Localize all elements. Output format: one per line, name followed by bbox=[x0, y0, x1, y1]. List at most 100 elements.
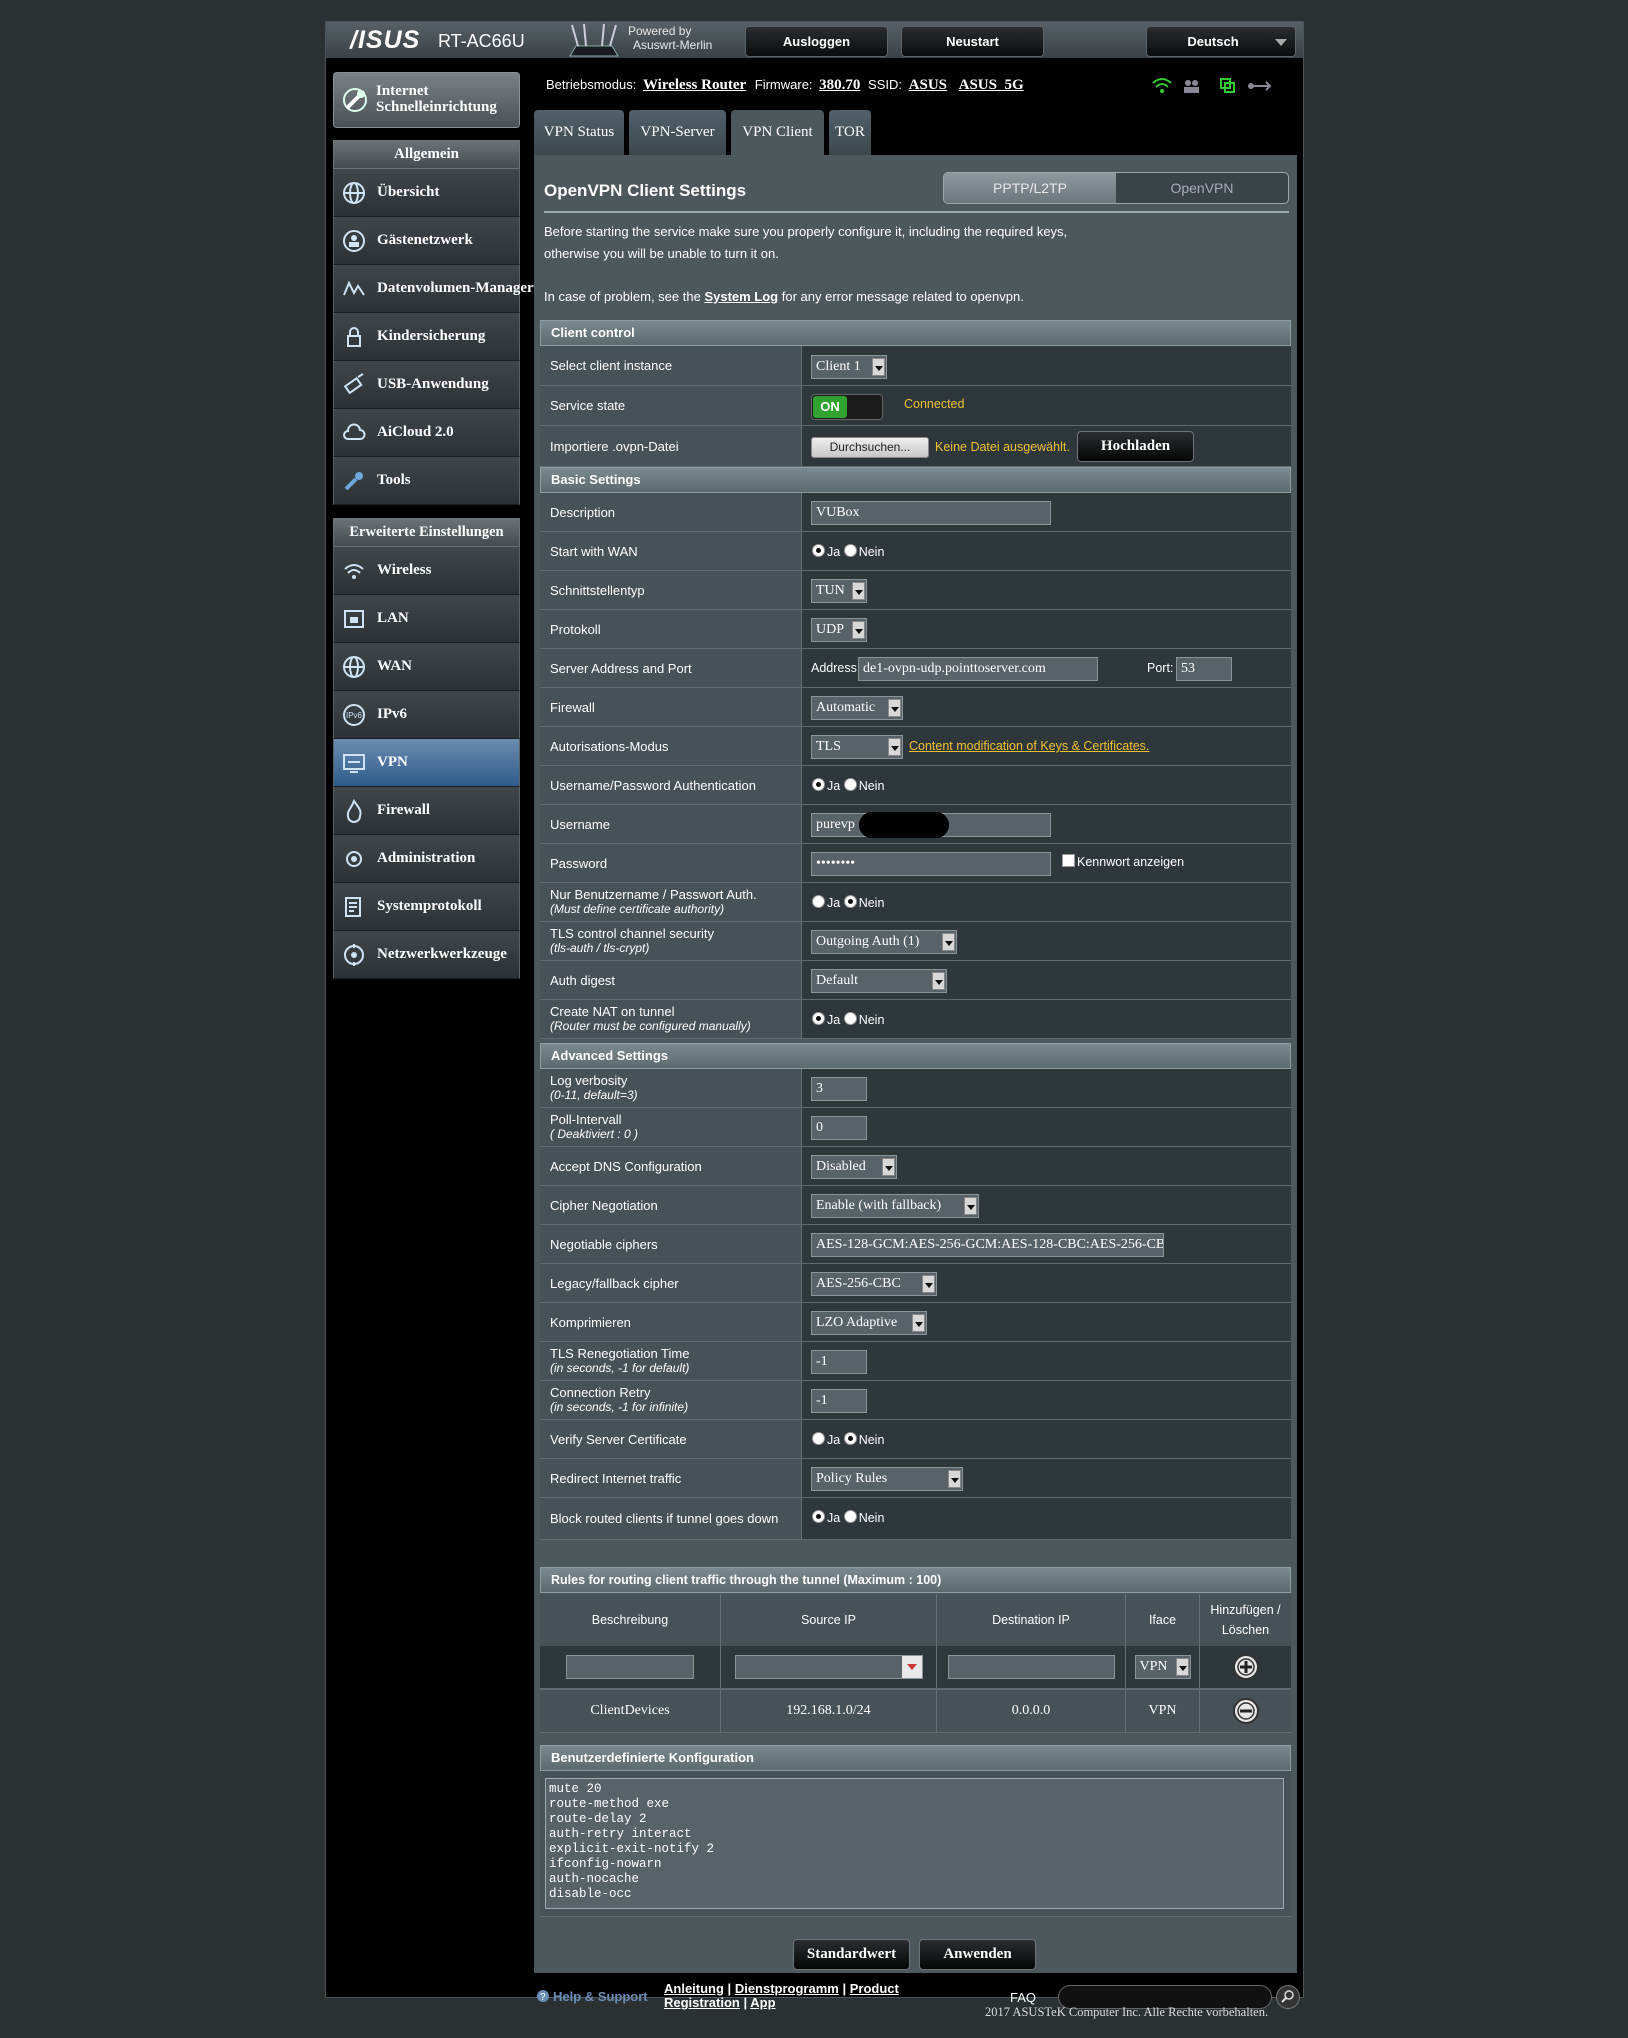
sidebar-item-lan[interactable]: LAN bbox=[333, 595, 520, 643]
redirect-traffic-select[interactable]: Policy Rules bbox=[811, 1467, 963, 1491]
show-password-checkbox[interactable]: Kennwort anzeigen bbox=[1062, 854, 1184, 869]
client-instance-select[interactable]: Client 1 bbox=[811, 355, 887, 379]
tls-control-select[interactable]: Outgoing Auth (1) bbox=[811, 930, 957, 954]
firewall-select[interactable]: Automatic bbox=[811, 696, 903, 720]
new-rule-destination-input[interactable] bbox=[947, 1655, 1115, 1679]
userpass-only-radio[interactable]: Ja Nein bbox=[812, 895, 884, 910]
server-address-input[interactable]: de1-ovpn-udp.pointtoserver.com bbox=[858, 657, 1098, 681]
connection-retry-input[interactable]: -1 bbox=[811, 1389, 867, 1413]
openvpn-switch-button[interactable]: OpenVPN bbox=[1116, 173, 1288, 203]
sidebar-item-aicloud-2-0[interactable]: AiCloud 2.0 bbox=[333, 409, 520, 457]
poll-interval-row: Poll-Intervall( Deaktiviert : 0 ) 0 bbox=[540, 1108, 1291, 1147]
password-input[interactable]: •••••••• bbox=[811, 852, 1051, 876]
sidebar-item-wan[interactable]: WAN bbox=[333, 643, 520, 691]
browse-file-button[interactable]: Durchsuchen... bbox=[811, 437, 929, 458]
radio-no[interactable] bbox=[843, 1510, 857, 1523]
auth-mode-select[interactable]: TLS bbox=[811, 735, 903, 759]
sidebar-item-datenvolumen-manager[interactable]: Datenvolumen-Manager bbox=[333, 265, 534, 313]
sidebar-item-ipv6[interactable]: IPv6 IPv6 bbox=[333, 691, 520, 739]
logout-button[interactable]: Ausloggen bbox=[745, 26, 888, 57]
router-ui: /ISUS RT-AC66U Powered by Asuswrt-Merlin… bbox=[325, 21, 1304, 2010]
custom-config-textarea[interactable]: mute 20 route-method exe route-delay 2 a… bbox=[545, 1778, 1284, 1909]
userpass-auth-radio[interactable]: Ja Nein bbox=[812, 778, 884, 793]
remove-rule-icon[interactable] bbox=[1232, 1697, 1260, 1725]
tab-tor[interactable]: TOR bbox=[829, 110, 871, 155]
routing-new-row: VPN bbox=[540, 1646, 1291, 1689]
utility-link[interactable]: Dienstprogramm bbox=[735, 1981, 839, 1996]
accept-dns-select[interactable]: Disabled bbox=[811, 1155, 897, 1179]
firmware-link[interactable]: 380.70 bbox=[819, 77, 860, 93]
tab-vpn-status[interactable]: VPN Status bbox=[534, 110, 624, 155]
op-mode-link[interactable]: Wireless Router bbox=[643, 77, 746, 93]
block-clients-radio[interactable]: Ja Nein bbox=[812, 1510, 884, 1525]
apply-button[interactable]: Anwenden bbox=[919, 1939, 1036, 1970]
radio-yes[interactable] bbox=[812, 1510, 825, 1523]
app-link[interactable]: App bbox=[750, 1995, 775, 2010]
sidebar-item-kindersicherung[interactable]: Kindersicherung bbox=[333, 313, 520, 361]
radio-yes[interactable] bbox=[812, 895, 825, 908]
add-rule-icon[interactable] bbox=[1232, 1653, 1260, 1681]
sidebar-item-systemprotokoll[interactable]: Systemprotokoll bbox=[333, 883, 520, 931]
negotiable-ciphers-input[interactable]: AES-128-GCM:AES-256-GCM:AES-128-CBC:AES-… bbox=[811, 1233, 1164, 1257]
radio-no[interactable] bbox=[843, 1012, 857, 1025]
quick-setup-button[interactable]: Internet Schnelleinrichtung bbox=[333, 72, 520, 128]
ssid-24-link[interactable]: ASUS bbox=[909, 77, 947, 93]
sidebar-item-usb-anwendung[interactable]: USB-Anwendung bbox=[333, 361, 520, 409]
server-port-input[interactable]: 53 bbox=[1176, 657, 1232, 681]
faq-search-button[interactable] bbox=[1276, 1985, 1300, 2009]
default-button[interactable]: Standardwert bbox=[793, 1939, 910, 1970]
tab-vpn-client[interactable]: VPN Client bbox=[731, 110, 824, 155]
new-rule-source-select[interactable] bbox=[734, 1655, 923, 1679]
language-select[interactable]: Deutsch bbox=[1146, 26, 1296, 57]
poll-interval-input[interactable]: 0 bbox=[811, 1116, 867, 1140]
chevron-down-icon bbox=[852, 621, 865, 639]
sidebar-item-netzwerkwerkzeuge[interactable]: Netzwerkwerkzeuge bbox=[333, 931, 520, 979]
radio-no[interactable] bbox=[843, 895, 857, 908]
chevron-down-icon bbox=[882, 1158, 895, 1176]
cipher-negotiation-select[interactable]: Enable (with fallback) bbox=[811, 1194, 979, 1218]
sidebar-item-tools[interactable]: Tools bbox=[333, 457, 520, 505]
create-nat-radio[interactable]: Ja Nein bbox=[812, 1012, 884, 1027]
registration-link[interactable]: Registration bbox=[664, 1995, 740, 2010]
tab-vpn-server[interactable]: VPN-Server bbox=[629, 110, 726, 155]
radio-no[interactable] bbox=[843, 778, 857, 791]
system-log-link[interactable]: System Log bbox=[704, 289, 778, 304]
sidebar-item--bersicht[interactable]: Übersicht bbox=[333, 169, 520, 217]
ssid-5-link[interactable]: ASUS_5G bbox=[959, 77, 1024, 93]
radio-yes[interactable] bbox=[812, 1432, 825, 1445]
field-note: ( Deaktiviert : 0 ) bbox=[550, 1127, 639, 1141]
new-rule-description-input[interactable] bbox=[566, 1655, 694, 1679]
iface-type-select[interactable]: TUN bbox=[811, 579, 867, 603]
traffic-icon bbox=[342, 277, 366, 301]
custom-config-heading: Benutzerdefinierte Konfiguration bbox=[540, 1745, 1291, 1771]
keys-certificates-link[interactable]: Content modification of Keys & Certifica… bbox=[909, 739, 1149, 753]
compression-select[interactable]: LZO Adaptive bbox=[811, 1311, 927, 1335]
sidebar-item-g-stenetzwerk[interactable]: Gästenetzwerk bbox=[333, 217, 520, 265]
legacy-cipher-select[interactable]: AES-256-CBC bbox=[811, 1272, 937, 1296]
auth-digest-select[interactable]: Default bbox=[811, 969, 947, 993]
protocol-select[interactable]: UDP bbox=[811, 618, 867, 642]
start-wan-radio[interactable]: Ja Nein bbox=[812, 544, 884, 559]
radio-yes[interactable] bbox=[812, 544, 825, 557]
sidebar-item-wireless[interactable]: Wireless bbox=[333, 547, 520, 595]
tls-renegotiation-input[interactable]: -1 bbox=[811, 1350, 867, 1374]
radio-yes[interactable] bbox=[812, 1012, 825, 1025]
upload-button[interactable]: Hochladen bbox=[1077, 431, 1194, 462]
manual-link[interactable]: Anleitung bbox=[664, 1981, 724, 1996]
reboot-button[interactable]: Neustart bbox=[901, 26, 1044, 57]
radio-no[interactable] bbox=[843, 544, 857, 557]
sidebar-item-administration[interactable]: Administration bbox=[333, 835, 520, 883]
sidebar-item-firewall[interactable]: Firewall bbox=[333, 787, 520, 835]
product-registration-link[interactable]: Product bbox=[850, 1981, 899, 1996]
sidebar-item-vpn[interactable]: VPN bbox=[333, 739, 520, 787]
checkbox-box[interactable] bbox=[1062, 854, 1075, 867]
radio-no[interactable] bbox=[843, 1432, 857, 1445]
description-input[interactable]: VUBox bbox=[811, 501, 1051, 525]
sidebar-item-label: AiCloud 2.0 bbox=[377, 424, 454, 440]
log-verbosity-input[interactable]: 3 bbox=[811, 1077, 867, 1101]
pptp-switch-button[interactable]: PPTP/L2TP bbox=[944, 173, 1116, 203]
verify-cert-radio[interactable]: Ja Nein bbox=[812, 1432, 884, 1447]
new-rule-iface-select[interactable]: VPN bbox=[1134, 1655, 1191, 1679]
service-state-toggle[interactable]: ON bbox=[811, 394, 883, 420]
radio-yes[interactable] bbox=[812, 778, 825, 791]
